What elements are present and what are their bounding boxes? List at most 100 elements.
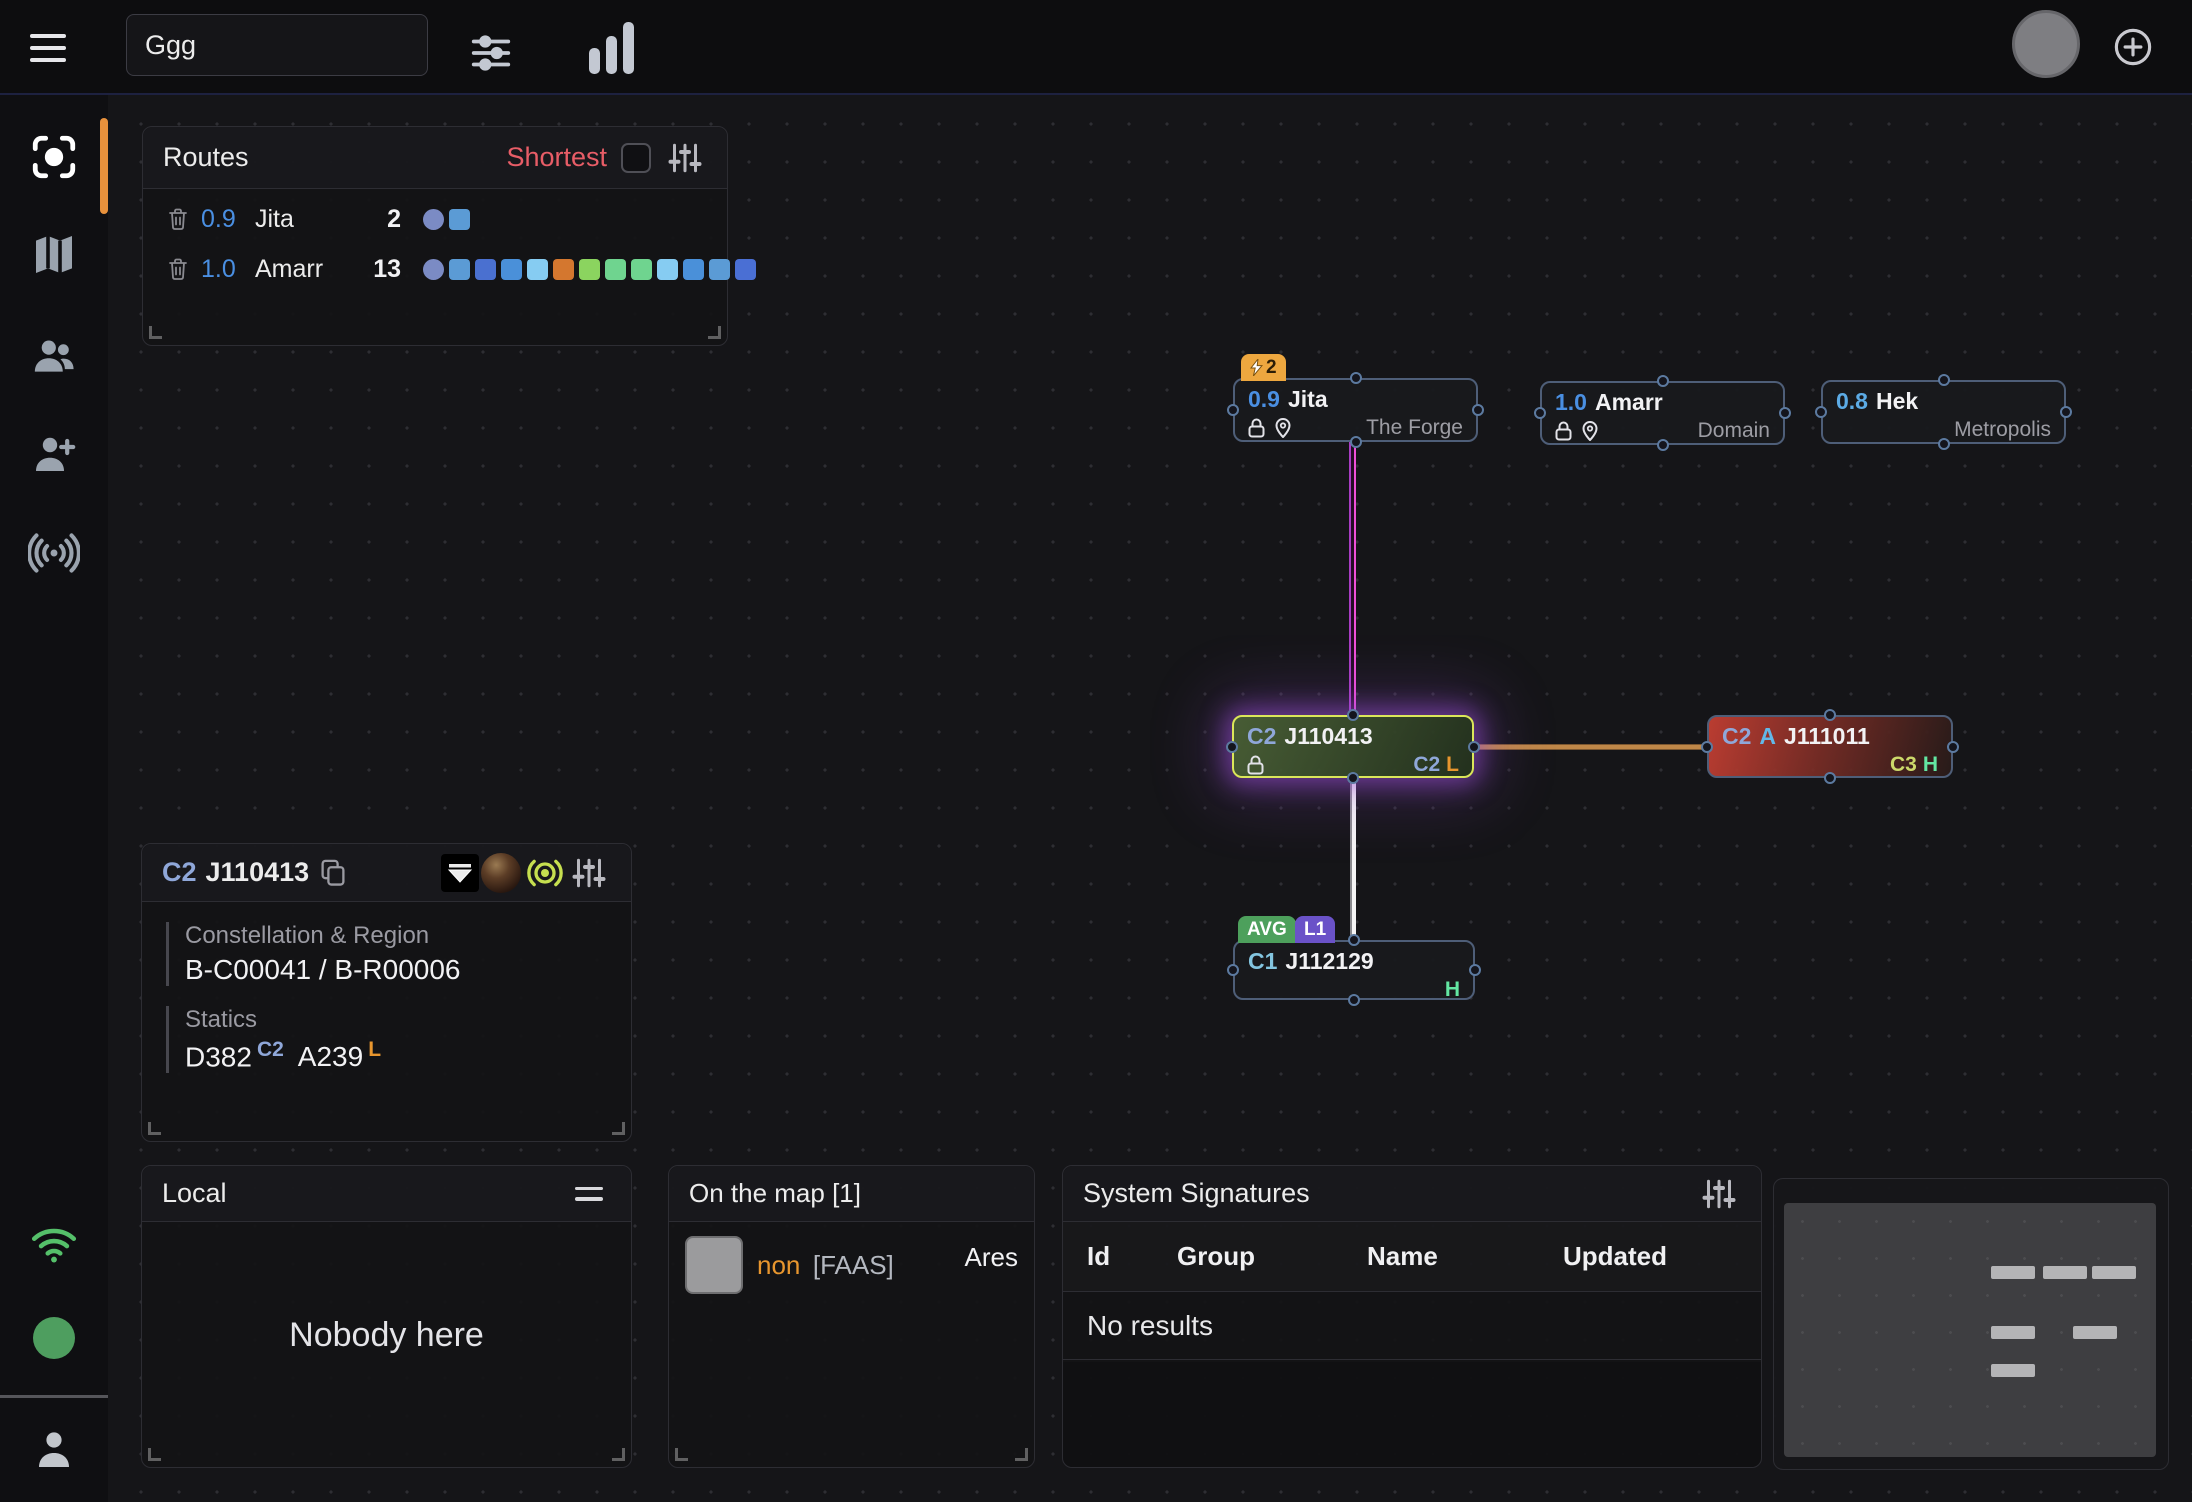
sidebar-item-profile[interactable] [24, 1420, 84, 1480]
user-avatar[interactable] [2012, 10, 2080, 78]
connection-handle[interactable] [1938, 438, 1950, 450]
lock-icon [1555, 421, 1572, 441]
map-node-j110413[interactable]: C2 J110413 C2 L [1232, 715, 1474, 778]
sidebar-item-signals[interactable] [24, 523, 84, 583]
route-destination: Amarr [255, 255, 351, 284]
map-node-hek[interactable]: 0.8 Hek Metropolis [1821, 380, 2066, 444]
topbar [0, 0, 2192, 95]
column-header-id[interactable]: Id [1087, 1241, 1177, 1272]
resize-handle[interactable] [612, 1122, 625, 1135]
sidebar-item-add-character[interactable] [24, 425, 84, 485]
connection-handle[interactable] [1226, 741, 1238, 753]
double-bar-icon [575, 1187, 603, 1201]
column-header-updated[interactable]: Updated [1563, 1241, 1761, 1272]
route-segment [423, 209, 444, 230]
map-select-input[interactable] [126, 14, 428, 76]
static-class: C3 [1890, 753, 1917, 777]
signatures-settings-button[interactable] [1697, 1172, 1741, 1216]
route-segment [709, 259, 730, 280]
sidebar-divider [0, 1395, 108, 1398]
connection-handle[interactable] [1701, 741, 1713, 753]
pilot-portrait [685, 1236, 743, 1294]
menu-icon[interactable] [30, 28, 70, 68]
routes-settings-button[interactable] [663, 136, 707, 180]
node-title: 0.8 Hek [1836, 388, 2051, 415]
system-name: Jita [1288, 386, 1328, 413]
class-rating-button[interactable] [441, 854, 479, 892]
people-icon [29, 332, 79, 382]
connection-handle[interactable] [2060, 406, 2072, 418]
delete-route-button[interactable] [165, 257, 191, 281]
sidebar-item-characters[interactable] [24, 327, 84, 387]
resize-handle[interactable] [708, 326, 721, 339]
connection-handle[interactable] [1824, 709, 1836, 721]
system-class: C2 [162, 857, 197, 888]
connection-j110413-j112129[interactable] [1350, 777, 1356, 942]
wormhole-effect-button[interactable] [479, 851, 523, 895]
connection-handle[interactable] [1824, 772, 1836, 784]
map-icon [30, 231, 78, 279]
route-segment [475, 259, 496, 280]
minimap-viewport[interactable] [1784, 1203, 2156, 1457]
connection-handle[interactable] [1348, 994, 1360, 1006]
add-map-button[interactable] [2112, 26, 2154, 68]
connection-handle[interactable] [1347, 709, 1359, 721]
connection-handle[interactable] [1657, 375, 1669, 387]
connection-handle[interactable] [1468, 741, 1480, 753]
copy-icon [319, 858, 347, 888]
node-title: C1 J112129 [1248, 948, 1460, 975]
scan-target-button[interactable] [523, 851, 567, 895]
level-badge: L1 [1295, 916, 1335, 943]
connection-j110413-j111011[interactable] [1474, 744, 1708, 750]
column-header-group[interactable]: Group [1177, 1241, 1367, 1272]
connection-handle[interactable] [1347, 772, 1359, 784]
connection-handle[interactable] [1227, 964, 1239, 976]
active-tab-indicator [100, 118, 108, 214]
resize-handle[interactable] [1015, 1448, 1028, 1461]
sidebar-item-tracking[interactable] [24, 127, 84, 187]
route-row[interactable]: 0.9 Jita 2 [143, 199, 727, 239]
pilot-row[interactable]: non [FAAS] Ares [669, 1222, 1034, 1294]
security-status: 0.8 [1836, 388, 1868, 415]
connection-handle[interactable] [1350, 372, 1362, 384]
lightning-icon [1250, 359, 1263, 376]
map-node-jita[interactable]: 2 0.9 Jita The Forge [1233, 378, 1478, 442]
static-class: C2 [257, 1038, 284, 1061]
delete-route-button[interactable] [165, 207, 191, 231]
connection-handle[interactable] [1350, 436, 1362, 448]
map-filter-button[interactable] [462, 18, 520, 76]
route-segment [605, 259, 626, 280]
resize-handle[interactable] [148, 1448, 161, 1461]
connection-handle[interactable] [1815, 406, 1827, 418]
sidebar-item-maps[interactable] [24, 225, 84, 285]
shortest-checkbox[interactable] [621, 143, 651, 173]
route-segment [449, 259, 470, 280]
connection-handle[interactable] [1938, 374, 1950, 386]
info-settings-button[interactable] [567, 851, 611, 895]
resize-handle[interactable] [148, 1122, 161, 1135]
map-node-amarr[interactable]: 1.0 Amarr Domain [1540, 381, 1785, 445]
connection-handle[interactable] [1657, 439, 1669, 451]
minimap-node [1991, 1266, 2035, 1279]
connection-handle[interactable] [1227, 404, 1239, 416]
connection-handle[interactable] [1779, 407, 1791, 419]
connection-jita-j110413[interactable] [1349, 442, 1356, 716]
connection-handle[interactable] [1472, 404, 1484, 416]
location-pin-icon [1275, 418, 1291, 438]
connection-handle[interactable] [1348, 934, 1360, 946]
route-row[interactable]: 1.0 Amarr 13 [143, 249, 727, 289]
route-segments [411, 209, 727, 230]
column-header-name[interactable]: Name [1367, 1241, 1563, 1272]
activity-stats-button[interactable] [582, 18, 640, 76]
map-node-j112129[interactable]: AVG L1 C1 J112129 H [1233, 940, 1475, 1000]
resize-handle[interactable] [612, 1448, 625, 1461]
resize-handle[interactable] [675, 1448, 688, 1461]
local-menu-button[interactable] [567, 1172, 611, 1216]
resize-handle[interactable] [149, 326, 162, 339]
map-node-j111011[interactable]: C2 A J111011 C3 H [1707, 715, 1953, 778]
connection-handle[interactable] [1534, 407, 1546, 419]
copy-name-button[interactable] [319, 858, 347, 888]
wormhole-class: C2 [1247, 723, 1276, 750]
connection-handle[interactable] [1947, 741, 1959, 753]
connection-handle[interactable] [1469, 964, 1481, 976]
